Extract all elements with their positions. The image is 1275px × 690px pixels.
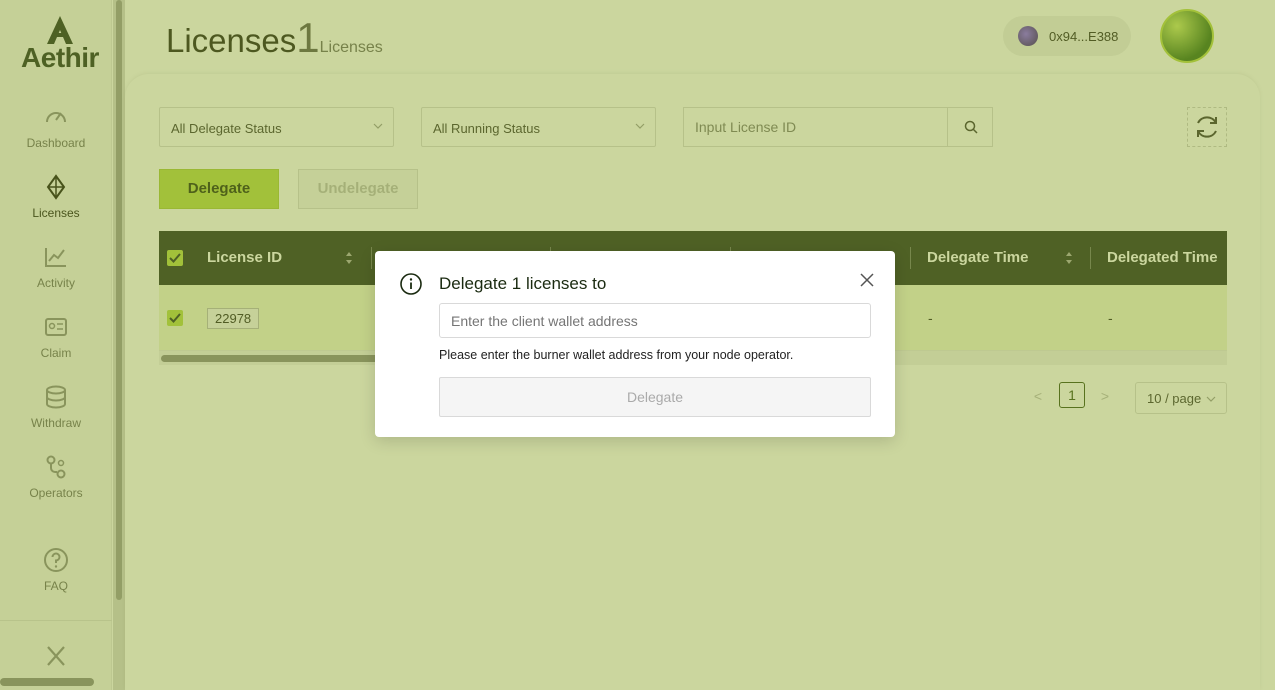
close-icon[interactable] bbox=[857, 270, 877, 290]
modal-hint: Please enter the burner wallet address f… bbox=[439, 348, 794, 362]
modal-title: Delegate 1 licenses to bbox=[439, 274, 607, 293]
info-icon bbox=[400, 273, 422, 295]
modal-delegate-button[interactable]: Delegate bbox=[439, 377, 871, 417]
client-wallet-address-input[interactable] bbox=[439, 303, 871, 338]
delegate-modal: Delegate 1 licenses to Please enter the … bbox=[375, 251, 895, 437]
